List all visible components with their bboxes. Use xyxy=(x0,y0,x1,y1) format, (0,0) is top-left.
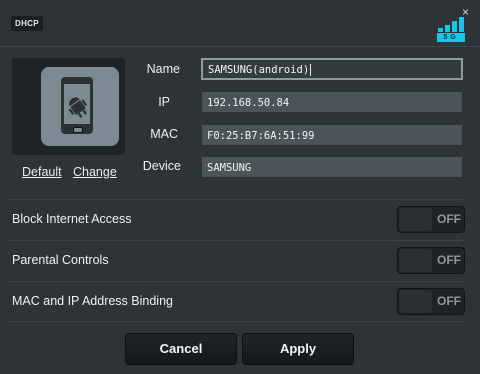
ip-field[interactable]: 192.168.50.84 xyxy=(201,91,463,113)
block-internet-toggle[interactable]: OFF xyxy=(397,206,465,233)
toggle-knob xyxy=(399,249,432,272)
android-phone-icon xyxy=(61,77,93,134)
toggle-knob xyxy=(399,208,432,231)
cancel-button[interactable]: Cancel xyxy=(125,333,237,365)
parental-controls-toggle[interactable]: OFF xyxy=(397,247,465,274)
mac-ip-binding-toggle[interactable]: OFF xyxy=(397,288,465,315)
device-icon-panel xyxy=(12,58,125,155)
default-icon-link[interactable]: Default xyxy=(22,165,62,179)
avatar xyxy=(41,67,119,146)
divider xyxy=(10,281,465,282)
mac-field[interactable]: F0:25:B7:6A:51:99 xyxy=(201,124,463,146)
toggle-state: OFF xyxy=(437,212,461,226)
name-label: Name xyxy=(146,62,180,76)
divider xyxy=(10,321,465,322)
toggle-knob xyxy=(399,290,432,313)
divider xyxy=(10,199,465,200)
text-cursor xyxy=(310,64,312,76)
toggle-state: OFF xyxy=(437,294,461,308)
apply-button[interactable]: Apply xyxy=(242,333,354,365)
block-internet-label: Block Internet Access xyxy=(12,212,132,226)
device-label: Device xyxy=(142,159,181,173)
mac-label: MAC xyxy=(150,127,178,141)
divider xyxy=(10,240,465,241)
client-dialog: DHCP 5G × Default Change Name SAMSUNG(an… xyxy=(0,0,480,374)
toggle-state: OFF xyxy=(437,253,461,267)
device-field[interactable]: SAMSUNG xyxy=(201,156,463,178)
ip-label: IP xyxy=(158,95,170,109)
dialog-header: DHCP 5G × xyxy=(0,0,480,47)
dhcp-badge: DHCP xyxy=(11,16,43,31)
mac-ip-binding-label: MAC and IP Address Binding xyxy=(12,294,173,308)
parental-controls-label: Parental Controls xyxy=(12,253,109,267)
band-label: 5G xyxy=(437,33,465,42)
change-icon-link[interactable]: Change xyxy=(73,165,117,179)
close-icon[interactable]: × xyxy=(462,6,469,18)
name-value: SAMSUNG(android) xyxy=(208,64,310,76)
name-input[interactable]: SAMSUNG(android) xyxy=(201,58,463,80)
